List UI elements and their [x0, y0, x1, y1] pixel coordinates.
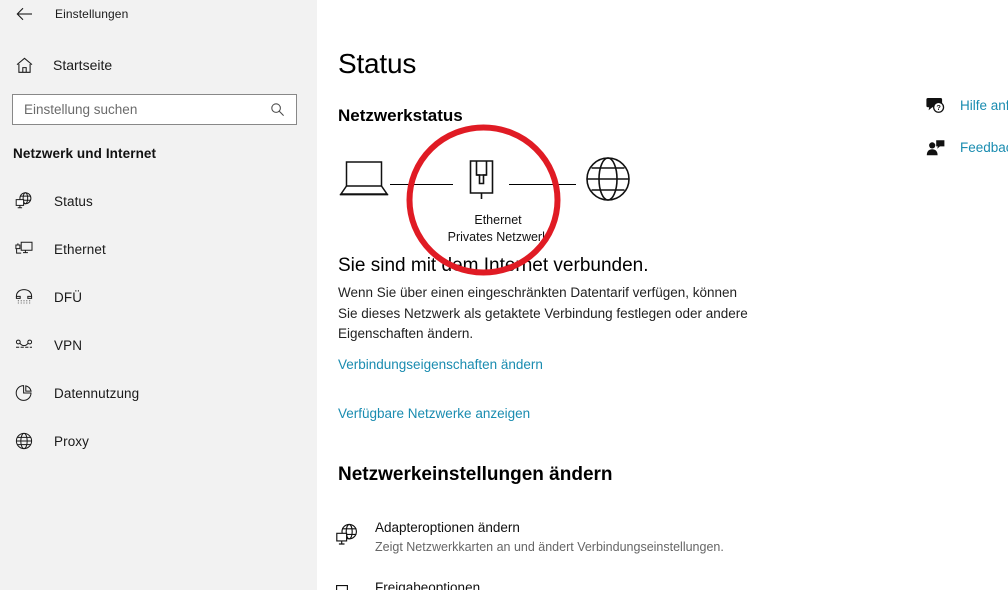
sidebar-item-home[interactable]: Startseite [0, 48, 317, 82]
network-status-heading: Netzwerkstatus [338, 107, 463, 124]
setting-title: Freigabeoptionen [375, 580, 480, 590]
help-link-label: Hilfe anfordern [960, 98, 1008, 113]
setting-title: Adapteroptionen ändern [375, 520, 520, 535]
dialup-icon [12, 285, 36, 309]
feedback-person-icon [924, 136, 946, 158]
sidebar-item-proxy-label: Proxy [54, 434, 89, 449]
help-bubble-icon: ? [924, 94, 946, 116]
window-titlebar: Einstellungen [0, 0, 317, 28]
ethernet-icon [12, 237, 36, 261]
sidebar-item-vpn-label: VPN [54, 338, 82, 353]
sidebar-item-ethernet-label: Ethernet [54, 242, 106, 257]
connection-status-heading: Sie sind mit dem Internet verbunden. [338, 256, 649, 275]
setting-sharing-options[interactable]: Freigabeoptionen [332, 578, 480, 590]
sidebar-nav: Status Ethernet [0, 177, 317, 465]
network-status-icon [12, 189, 36, 213]
sidebar-item-vpn[interactable]: VPN [0, 321, 317, 369]
settings-window: Einstellungen Startseite Netzwerk un [0, 0, 1008, 590]
feedback-link[interactable]: Feedback senden [924, 134, 1008, 160]
sidebar-home-label: Startseite [53, 57, 112, 73]
sidebar-item-status[interactable]: Status [0, 177, 317, 225]
back-arrow-icon[interactable] [9, 2, 39, 26]
sidebar-item-dfu[interactable]: DFÜ [0, 273, 317, 321]
search-input[interactable] [13, 95, 258, 124]
vpn-icon [12, 333, 36, 357]
home-icon [12, 53, 36, 77]
right-rail: ? Hilfe anfordern Feedback senden [924, 92, 1008, 176]
svg-text:?: ? [936, 103, 941, 112]
ethernet-port-icon [463, 155, 500, 208]
sidebar-section-label: Netzwerk und Internet [0, 146, 317, 161]
proxy-globe-icon [12, 429, 36, 453]
page-title: Status [338, 50, 416, 78]
data-usage-icon [12, 381, 36, 405]
search-icon[interactable] [264, 95, 290, 124]
link-show-available-networks[interactable]: Verfügbare Netzwerke anzeigen [338, 407, 530, 421]
network-settings-heading: Netzwerkeinstellungen ändern [338, 465, 613, 484]
search-box[interactable] [12, 94, 297, 125]
main-content: Status Netzwerkstatus [317, 0, 1008, 590]
sidebar-item-status-label: Status [54, 194, 93, 209]
network-diagram: Ethernet Privates Netzwerk [338, 155, 638, 245]
sidebar-item-datennutzung-label: Datennutzung [54, 386, 139, 401]
sidebar-item-datennutzung[interactable]: Datennutzung [0, 369, 317, 417]
feedback-link-label: Feedback senden [960, 140, 1008, 155]
sharing-options-icon [332, 580, 362, 590]
window-title: Einstellungen [55, 7, 128, 21]
sidebar: Einstellungen Startseite Netzwerk un [0, 0, 317, 590]
adapter-globe-icon [332, 520, 362, 550]
globe-icon [584, 155, 632, 208]
adapter-caption: Ethernet Privates Netzwerk [398, 212, 598, 246]
sidebar-item-dfu-label: DFÜ [54, 290, 82, 305]
setting-change-adapter-options[interactable]: Adapteroptionen ändern Zeigt Netzwerkkar… [332, 518, 724, 556]
adapter-network-type: Privates Netzwerk [398, 229, 598, 246]
help-link[interactable]: ? Hilfe anfordern [924, 92, 1008, 118]
link-change-connection-properties[interactable]: Verbindungseigenschaften ändern [338, 358, 543, 372]
sidebar-item-proxy[interactable]: Proxy [0, 417, 317, 465]
setting-subtitle: Zeigt Netzwerkkarten an und ändert Verbi… [375, 538, 724, 556]
laptop-icon [338, 155, 390, 204]
adapter-name: Ethernet [398, 212, 598, 229]
connection-description: Wenn Sie über einen eingeschränkten Date… [338, 283, 758, 345]
connection-line-left [390, 184, 453, 185]
connection-line-right [509, 184, 576, 185]
sidebar-item-ethernet[interactable]: Ethernet [0, 225, 317, 273]
